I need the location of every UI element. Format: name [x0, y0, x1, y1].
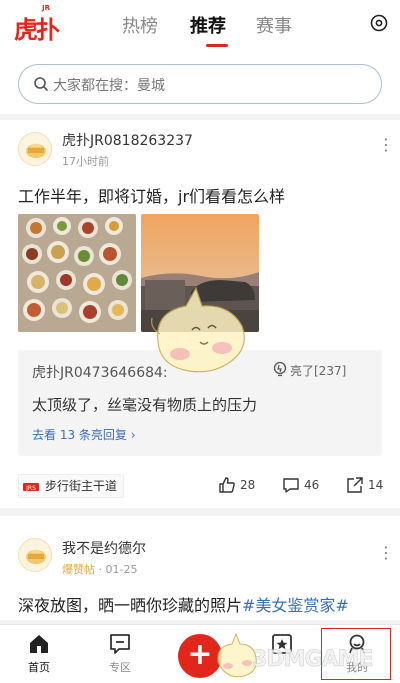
logo-jr: JR — [42, 4, 50, 12]
logo-text: 虎扑 — [14, 15, 60, 44]
search-section: 大家都在搜：曼城 — [0, 56, 400, 114]
source-forum-chip[interactable]: JRS 步行街主干道 — [18, 474, 125, 498]
forum-logo-icon: JRS — [23, 483, 39, 492]
post-time: · 01-25 — [98, 563, 138, 576]
post-username[interactable]: 虎扑JR0818263237 — [62, 130, 193, 150]
nav-home-label: 首页 — [28, 661, 50, 674]
post-card[interactable]: 我不是约德尔 爆赞帖 · 01-25 ⋮ 深夜放图，晒一晒你珍藏的照片#美女鉴赏… — [0, 516, 400, 620]
search-placeholder: 大家都在搜：曼城 — [53, 78, 165, 94]
top-bar: 虎扑 JR 热榜 推荐 赛事 — [0, 0, 400, 56]
lightbulb-icon[interactable] — [272, 361, 288, 377]
thumbs-up-icon — [219, 477, 235, 493]
post-text[interactable]: 工作半年，即将订婚，jr们看看怎么样 — [18, 183, 285, 207]
settings-circle-icon[interactable] — [370, 14, 388, 32]
tab-recommend[interactable]: 推荐 — [190, 12, 226, 38]
home-icon — [30, 635, 48, 653]
comment-icon — [283, 478, 299, 493]
share-icon — [347, 477, 363, 493]
more-options-icon[interactable]: ⋮ — [378, 137, 394, 153]
mascot-watermark — [151, 286, 245, 373]
post-text-body: 深夜放图，晒一晒你珍藏的照片 — [18, 596, 243, 615]
post-username[interactable]: 我不是约德尔 — [62, 538, 146, 558]
source-forum-label: 步行街主干道 — [45, 479, 118, 493]
tab-events[interactable]: 赛事 — [256, 12, 292, 38]
chat-square-icon — [110, 634, 130, 654]
post-time: 17小时前 — [62, 155, 109, 168]
active-tab-indicator — [206, 44, 228, 47]
post-meta: 爆赞帖 · 01-25 — [62, 561, 137, 577]
comment-count: 46 — [304, 478, 320, 492]
food-table-photo[interactable] — [18, 214, 136, 332]
nav-home[interactable]: 首页 — [14, 631, 64, 681]
svg-text:JRS: JRS — [25, 485, 36, 492]
hupu-logo: 虎扑 JR — [14, 4, 60, 44]
post-text[interactable]: 深夜放图，晒一晒你珍藏的照片#美女鉴赏家# — [18, 592, 349, 616]
reply-username[interactable]: 虎扑JR0473646684: — [32, 362, 168, 382]
search-input[interactable]: 大家都在搜：曼城 — [18, 64, 382, 104]
search-icon — [34, 77, 48, 91]
post-topic-tag[interactable]: #美女鉴赏家# — [242, 596, 349, 615]
hot-post-badge: 爆赞帖 — [62, 563, 95, 576]
nav-zone-label: 专区 — [109, 661, 131, 674]
more-options-icon[interactable]: ⋮ — [378, 545, 394, 561]
tab-hot[interactable]: 热榜 — [122, 12, 158, 38]
like-count: 28 — [240, 478, 256, 492]
share-count: 14 — [368, 478, 384, 492]
reply-text: 太顶级了，丝毫没有物质上的压力 — [32, 396, 258, 414]
avatar[interactable] — [18, 538, 52, 572]
reply-like-count[interactable]: 亮了[237] — [290, 362, 346, 379]
nav-zone[interactable]: 专区 — [95, 631, 145, 681]
avatar[interactable] — [18, 132, 52, 166]
site-watermark: 3DMGAME — [252, 647, 374, 673]
more-replies-link[interactable]: 去看 13 条亮回复 › — [32, 426, 136, 443]
